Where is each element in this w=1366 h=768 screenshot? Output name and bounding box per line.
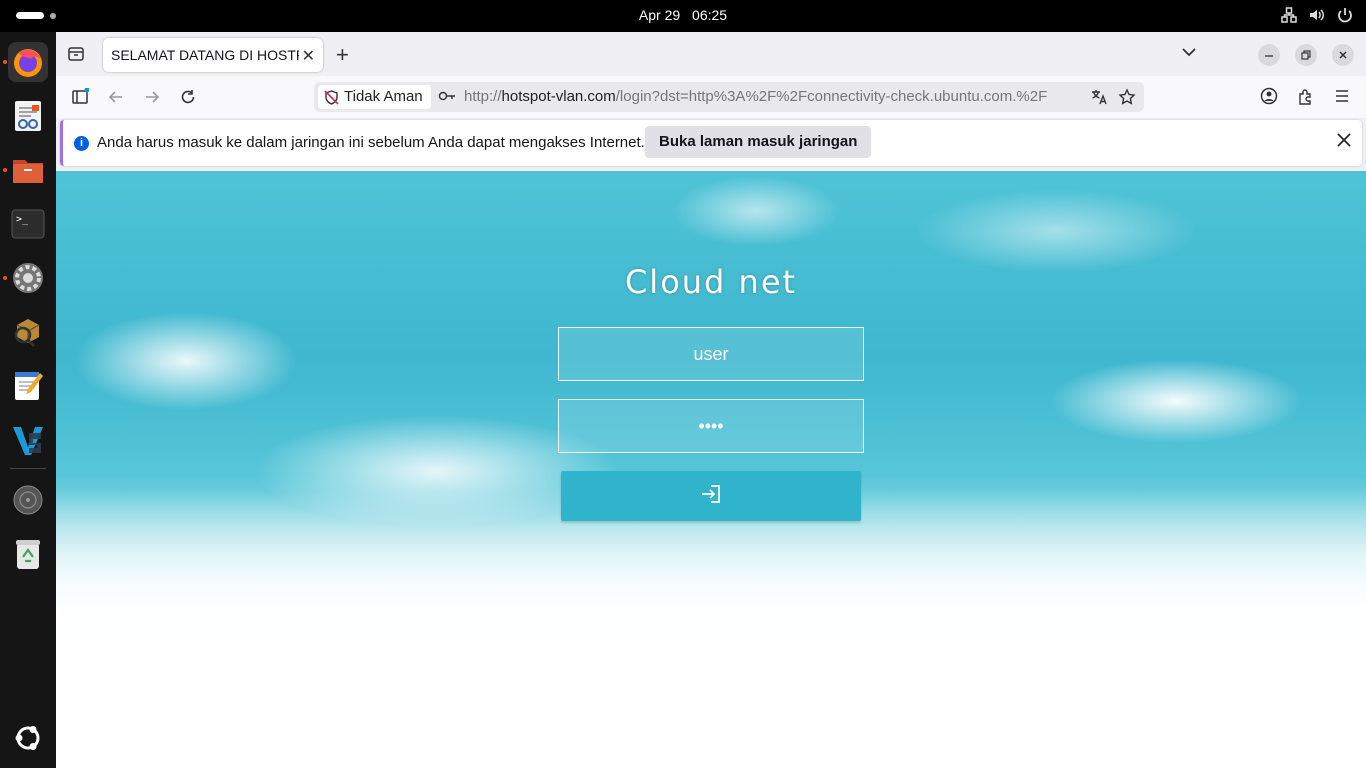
disk-icon[interactable] [8, 480, 48, 520]
password-input[interactable]: •••• [558, 399, 864, 453]
system-tray[interactable] [1280, 6, 1354, 24]
close-icon[interactable] [1336, 131, 1352, 154]
connection-not-secure-button[interactable]: Tidak Aman [318, 85, 431, 109]
back-icon[interactable] [106, 87, 126, 107]
url-host: hotspot-vlan.com [501, 88, 616, 105]
volume-icon[interactable] [1308, 6, 1326, 24]
login-button[interactable] [561, 471, 861, 521]
reload-icon[interactable] [178, 87, 198, 107]
sidebar-icon[interactable] [70, 87, 90, 107]
info-icon: i [74, 136, 89, 151]
translate-icon[interactable] [1090, 88, 1108, 111]
vscode-icon[interactable] [8, 420, 48, 460]
document-viewer-icon[interactable] [8, 96, 48, 136]
ubuntu-apps-icon[interactable] [8, 718, 48, 758]
tab-active[interactable]: SELAMAT DATANG DI HOSTP ✕ [103, 38, 323, 72]
new-tab-button[interactable]: + [336, 42, 349, 68]
tab-title: SELAMAT DATANG DI HOSTP [111, 47, 299, 63]
menu-icon[interactable] [1333, 87, 1351, 110]
system-top-bar: Apr 29 06:25 [0, 0, 1366, 32]
navigation-toolbar: Tidak Aman http://hotspot-vlan.com/login… [56, 76, 1366, 118]
url-prefix: http:// [464, 88, 502, 105]
package-manager-icon[interactable] [8, 312, 48, 352]
page-title: Cloud net [624, 263, 798, 301]
not-secure-label: Tidak Aman [344, 88, 423, 105]
list-all-tabs-icon[interactable] [1182, 44, 1196, 62]
files-icon[interactable] [8, 150, 48, 190]
tab-close-icon[interactable]: ✕ [302, 46, 315, 66]
url-path: /login?dst=http%3A%2F%2Fconnectivity-che… [615, 88, 1048, 105]
minimize-button[interactable] [1258, 44, 1280, 66]
sign-in-icon [700, 484, 722, 509]
terminal-icon[interactable]: >_ [8, 204, 48, 244]
close-window-button[interactable] [1332, 44, 1354, 66]
network-icon[interactable] [1280, 6, 1298, 24]
trash-icon[interactable] [8, 534, 48, 574]
shield-slash-icon [323, 89, 340, 114]
extensions-icon[interactable] [1297, 87, 1315, 110]
maximize-button[interactable] [1295, 44, 1317, 66]
firefox-window: SELAMAT DATANG DI HOSTP ✕ + Tidak Aman h… [56, 32, 1366, 768]
clock-date: Apr 29 [638, 7, 681, 23]
dock: >_ [0, 32, 56, 768]
firefox-view-icon[interactable] [66, 44, 86, 64]
forward-icon[interactable] [142, 87, 162, 107]
svg-text:>_: >_ [16, 214, 29, 225]
clock[interactable]: Apr 29 06:25 [0, 7, 1366, 23]
open-network-login-button[interactable]: Buka laman masuk jaringan [645, 126, 872, 158]
page-content: Cloud net user •••• [56, 171, 1366, 768]
tab-bar: SELAMAT DATANG DI HOSTP ✕ + [56, 32, 1366, 76]
account-icon[interactable] [1260, 87, 1278, 110]
url-bar[interactable]: Tidak Aman http://hotspot-vlan.com/login… [314, 82, 1144, 112]
power-icon[interactable] [1336, 6, 1354, 24]
key-icon[interactable] [438, 89, 456, 108]
settings-icon[interactable] [8, 258, 48, 298]
firefox-icon[interactable] [8, 42, 48, 82]
bookmark-star-icon[interactable] [1118, 88, 1136, 111]
clock-time: 06:25 [692, 7, 728, 23]
text-editor-icon[interactable] [8, 366, 48, 406]
notification-message: Anda harus masuk ke dalam jaringan ini s… [97, 134, 645, 151]
url-text[interactable]: http://hotspot-vlan.com/login?dst=http%3… [464, 88, 1084, 105]
captive-portal-notification: i Anda harus masuk ke dalam jaringan ini… [60, 120, 1362, 166]
username-input[interactable]: user [558, 327, 864, 381]
